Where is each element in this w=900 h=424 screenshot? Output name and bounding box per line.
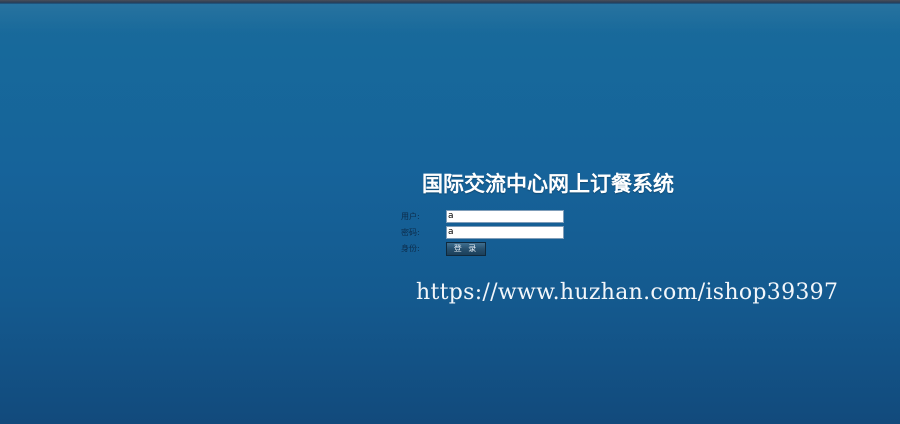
password-input[interactable]	[446, 226, 564, 239]
system-title: 国际交流中心网上订餐系统	[422, 172, 674, 196]
password-label: 密码:	[401, 228, 420, 237]
watermark-url: https://www.huzhan.com/ishop39397	[416, 280, 839, 305]
background-glow	[0, 4, 900, 34]
login-button[interactable]: 登 录	[446, 242, 486, 256]
identity-label: 身份:	[401, 244, 420, 253]
username-input[interactable]	[446, 210, 564, 223]
username-label: 用户:	[401, 212, 420, 221]
